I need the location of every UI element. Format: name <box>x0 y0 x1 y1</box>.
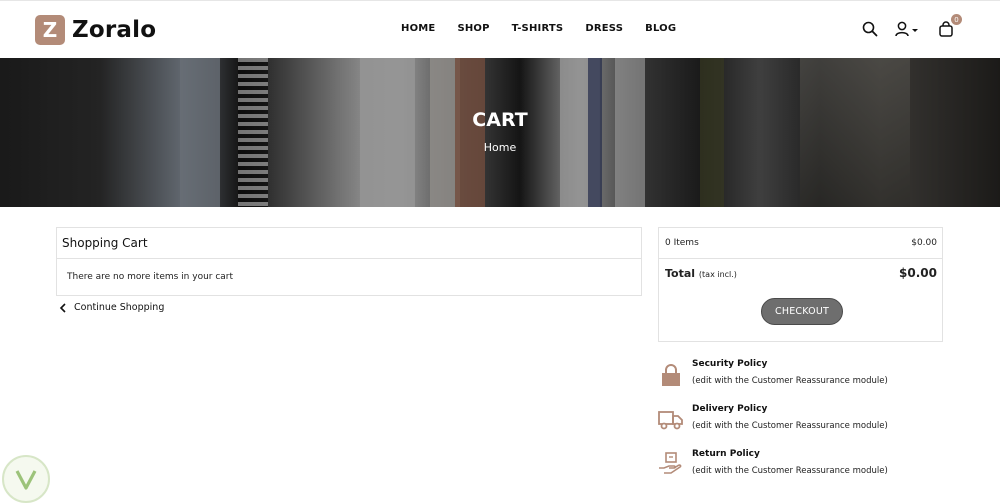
continue-shopping-link[interactable]: Continue Shopping <box>59 302 164 313</box>
site-logo[interactable]: Z Zoralo <box>35 15 156 45</box>
return-policy-title: Return Policy <box>692 449 760 459</box>
shopping-bag-icon[interactable]: 0 <box>936 14 962 39</box>
items-subtotal: $0.00 <box>911 238 937 248</box>
chevron-left-icon <box>59 302 66 313</box>
logo-text: Zoralo <box>72 17 157 43</box>
return-hand-icon <box>659 452 682 474</box>
hero-banner <box>0 58 1000 207</box>
user-icon[interactable] <box>894 19 922 39</box>
checkout-button[interactable]: CHECKOUT <box>761 298 843 325</box>
total-value: $0.00 <box>899 266 937 280</box>
tax-note: (tax incl.) <box>698 269 737 279</box>
search-icon[interactable] <box>860 19 880 39</box>
security-policy-subtitle: (edit with the Customer Reassurance modu… <box>692 376 888 386</box>
total-label: Total (tax incl.) <box>665 267 737 280</box>
page-title: CART <box>472 109 528 131</box>
watermark-badge-icon <box>2 455 50 503</box>
main-nav: HOME SHOP T-SHIRTS DRESS BLOG <box>401 23 698 34</box>
nav-home[interactable]: HOME <box>401 23 435 34</box>
nav-blog[interactable]: BLOG <box>645 23 676 34</box>
truck-icon <box>658 411 683 430</box>
header-actions: 0 <box>860 14 962 39</box>
nav-dress[interactable]: DRESS <box>585 23 623 34</box>
items-count: 0 Items <box>665 238 699 248</box>
shopping-cart-heading: Shopping Cart <box>57 228 641 259</box>
cart-count-badge: 0 <box>951 14 962 25</box>
breadcrumb-home[interactable]: Home <box>0 141 1000 154</box>
total-row: Total (tax incl.) $0.00 <box>659 259 942 280</box>
lock-icon <box>662 364 680 386</box>
nav-shop[interactable]: SHOP <box>457 23 489 34</box>
nav-t-shirts[interactable]: T-SHIRTS <box>512 23 564 34</box>
empty-cart-message: There are no more items in your cart <box>67 272 234 282</box>
security-policy-title: Security Policy <box>692 359 768 369</box>
site-header: Z Zoralo HOME SHOP T-SHIRTS DRESS BLOG 0 <box>0 0 1000 58</box>
delivery-policy-subtitle: (edit with the Customer Reassurance modu… <box>692 421 888 431</box>
total-label-text: Total <box>665 266 696 280</box>
logo-mark: Z <box>35 15 65 45</box>
items-row: 0 Items $0.00 <box>659 228 942 259</box>
continue-shopping-label: Continue Shopping <box>74 302 165 313</box>
return-policy-subtitle: (edit with the Customer Reassurance modu… <box>692 466 888 476</box>
delivery-policy-title: Delivery Policy <box>692 404 768 414</box>
cart-summary: 0 Items $0.00 Total (tax incl.) $0.00 CH… <box>658 227 943 342</box>
shopping-cart-panel: Shopping Cart There are no more items in… <box>56 227 642 296</box>
